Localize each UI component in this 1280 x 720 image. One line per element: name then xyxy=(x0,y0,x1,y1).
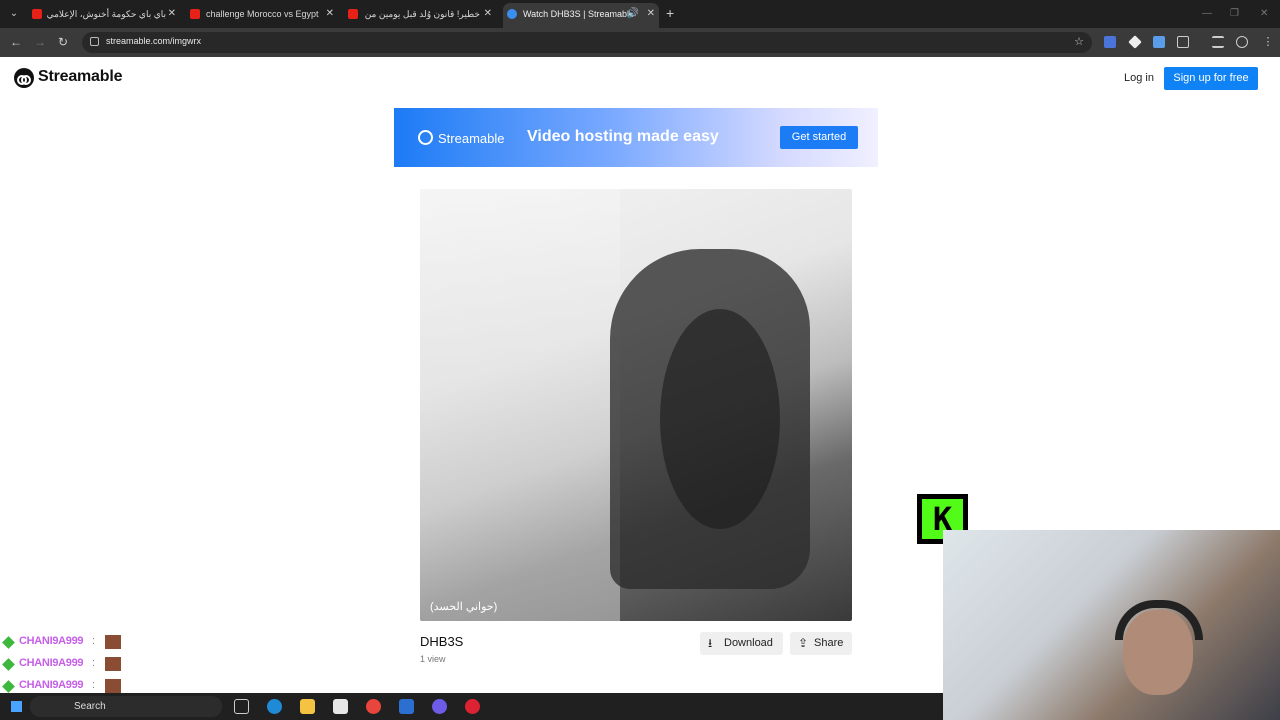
speaker-icon[interactable]: 🔊 xyxy=(627,3,639,25)
reading-list-icon[interactable] xyxy=(1212,36,1224,48)
new-tab-icon[interactable]: + xyxy=(666,6,674,20)
signup-button[interactable]: Sign up for free xyxy=(1164,67,1258,90)
profile-icon[interactable] xyxy=(1236,36,1248,48)
search-placeholder: Search xyxy=(74,701,106,712)
tab-title: Watch DHB3S | Streamable xyxy=(523,9,635,19)
restore-icon[interactable]: ❐ xyxy=(1230,8,1239,19)
streamable-icon xyxy=(418,130,433,145)
tab-1[interactable]: باي باي حكومة أخنوش، الإعلامي ✕ xyxy=(28,3,180,25)
chat-username: CHANI9A999 xyxy=(19,679,84,691)
extensions-puzzle-icon[interactable] xyxy=(1177,36,1189,48)
back-icon[interactable]: ← xyxy=(10,35,22,49)
video-caption: (حواني الحسد) xyxy=(430,601,498,613)
tab-title: باي باي حكومة أخنوش، الإعلامي xyxy=(46,9,166,19)
tab-title: challenge Morocco vs Egypt xyxy=(206,9,319,19)
toolbar: ← → ↻ streamable.com/imgwrx ☆ xyxy=(0,28,1280,57)
site-info-icon[interactable] xyxy=(90,37,99,46)
chat-separator: : xyxy=(92,635,96,647)
minimize-icon[interactable]: — xyxy=(1202,8,1212,19)
share-label: Share xyxy=(814,637,844,649)
close-tab-icon[interactable]: ✕ xyxy=(168,3,176,25)
forward-icon[interactable]: → xyxy=(34,35,46,49)
video-player[interactable]: (حواني الحسد) xyxy=(420,189,852,621)
obs-icon[interactable] xyxy=(465,699,480,714)
youtube-icon xyxy=(348,9,358,19)
chrome-icon[interactable] xyxy=(366,699,381,714)
menu-icon[interactable]: ⋮ xyxy=(1262,36,1274,48)
close-tab-icon[interactable]: ✕ xyxy=(326,3,334,25)
tab-search-icon[interactable]: ⌄ xyxy=(6,6,22,22)
video-frame-bg xyxy=(420,189,620,621)
file-explorer-icon[interactable] xyxy=(300,699,315,714)
chat-username: CHANI9A999 xyxy=(19,635,84,647)
taskbar: Search xyxy=(0,693,943,720)
view-count: 1 view xyxy=(420,654,446,664)
bookmark-star-icon[interactable]: ☆ xyxy=(1074,35,1084,48)
tab-strip: ⌄ باي باي حكومة أخنوش، الإعلامي ✕ challe… xyxy=(0,0,1280,28)
download-icon: ⭳ xyxy=(708,636,713,650)
reload-icon[interactable]: ↻ xyxy=(58,35,68,49)
video-frame-shadow xyxy=(660,309,780,529)
login-link[interactable]: Log in xyxy=(1124,72,1154,84)
store-icon[interactable] xyxy=(333,699,348,714)
ad-banner[interactable]: Streamable Video hosting made easy Get s… xyxy=(394,108,878,167)
outlook-icon[interactable] xyxy=(399,699,414,714)
messenger-icon[interactable] xyxy=(432,699,447,714)
taskbar-search[interactable]: Search xyxy=(30,696,222,717)
tab-4-active[interactable]: Watch DHB3S | Streamable 🔊 ✕ xyxy=(503,3,659,28)
download-button[interactable]: ⭳ Download xyxy=(700,632,783,655)
face-shape xyxy=(1123,610,1193,695)
close-tab-icon[interactable]: ✕ xyxy=(647,3,655,25)
close-tab-icon[interactable]: ✕ xyxy=(484,3,492,25)
download-label: Download xyxy=(724,637,773,649)
translate-extension-icon[interactable] xyxy=(1104,36,1116,48)
webcam-overlay xyxy=(943,530,1280,720)
streamable-logo-icon xyxy=(14,68,34,88)
share-icon: ⇪ xyxy=(798,636,809,650)
tab-3[interactable]: خطير! قانون وُلد قبل يومين من ✕ xyxy=(344,3,496,25)
tab-2[interactable]: challenge Morocco vs Egypt ✕ xyxy=(186,3,338,25)
tab-title: خطير! قانون وُلد قبل يومين من xyxy=(364,9,480,19)
extension-icon[interactable] xyxy=(1153,36,1165,48)
chat-separator: : xyxy=(92,657,96,669)
chat-separator: : xyxy=(92,679,96,691)
streamable-icon xyxy=(507,9,517,19)
share-button[interactable]: ⇪ Share xyxy=(790,632,852,655)
video-title: DHB3S xyxy=(420,634,464,649)
emote-icon xyxy=(105,679,121,693)
youtube-icon xyxy=(32,9,42,19)
edge-icon[interactable] xyxy=(267,699,282,714)
address-bar[interactable]: streamable.com/imgwrx ☆ xyxy=(82,32,1092,53)
emote-icon xyxy=(105,635,121,649)
task-view-icon[interactable] xyxy=(234,699,249,714)
banner-tagline: Video hosting made easy xyxy=(527,128,719,145)
chat-username: CHANI9A999 xyxy=(19,657,84,669)
url-text: streamable.com/imgwrx xyxy=(106,36,202,46)
close-window-icon[interactable]: ✕ xyxy=(1260,8,1268,19)
windows-start-icon[interactable] xyxy=(11,701,22,712)
get-started-button[interactable]: Get started xyxy=(780,126,858,149)
banner-brand: Streamable xyxy=(438,131,505,146)
logo-text: Streamable xyxy=(38,68,123,85)
youtube-icon xyxy=(190,9,200,19)
emote-icon xyxy=(105,657,121,671)
